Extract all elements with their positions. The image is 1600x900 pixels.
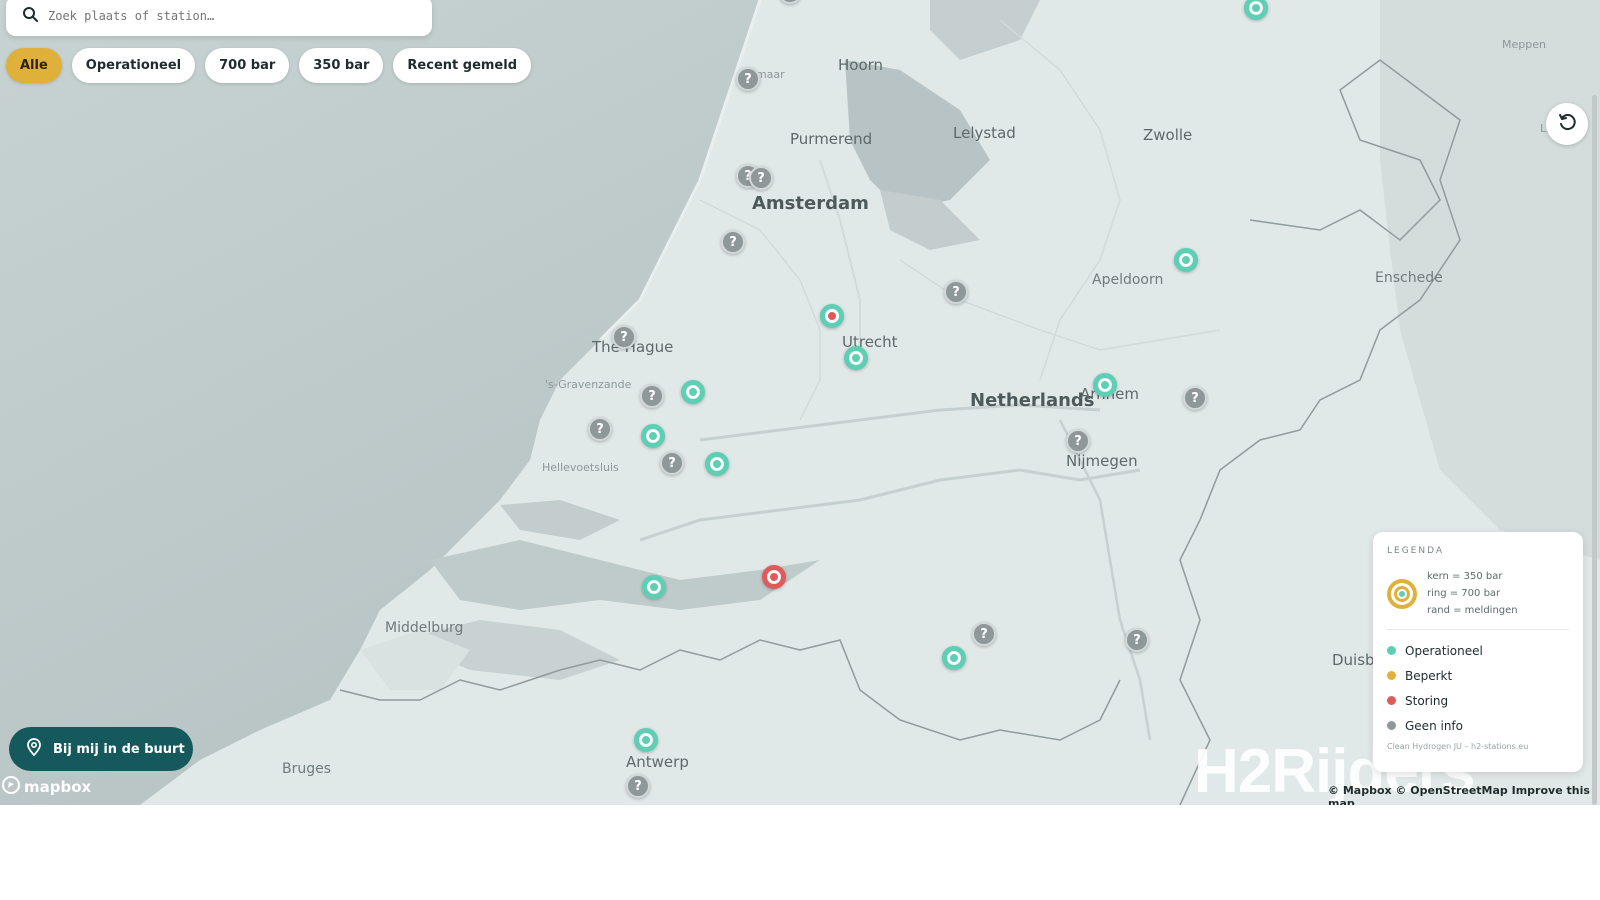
station-marker-operationeel[interactable]	[942, 646, 966, 670]
station-marker-operationeel[interactable]	[642, 575, 666, 599]
filter-chip-350-bar[interactable]: 350 bar	[299, 48, 384, 83]
legend-item-storing: Storing	[1387, 688, 1569, 713]
map-canvas[interactable]: Alkmaar Hoorn Purmerend Lelystad Zwolle …	[0, 0, 1600, 805]
legend-explain-ring: ring = 700 bar	[1427, 588, 1501, 599]
station-marker-geen-info[interactable]: ?	[640, 384, 664, 408]
reset-view-button[interactable]	[1546, 103, 1588, 145]
map-attribution[interactable]: © Mapbox © OpenStreetMap Improve this ma…	[1328, 784, 1600, 805]
place-label: Hellevoetsluis	[542, 461, 619, 474]
legend-item-label: Storing	[1405, 693, 1449, 708]
legend-item-label: Operationeel	[1405, 643, 1483, 658]
place-label: Netherlands	[970, 390, 1095, 411]
station-marker-operationeel[interactable]	[1174, 248, 1198, 272]
station-marker-geen-info[interactable]: ?	[1125, 628, 1149, 652]
place-label: 's-Gravenzande	[545, 378, 632, 391]
search-bar[interactable]	[6, 0, 432, 36]
legend-item-operationeel: Operationeel	[1387, 638, 1569, 663]
station-marker-operationeel[interactable]	[705, 452, 729, 476]
station-marker-geen-info[interactable]: ?	[1183, 386, 1207, 410]
station-marker-geen-info[interactable]: ?	[588, 417, 612, 441]
mapbox-logo[interactable]: mapbox	[2, 776, 91, 798]
near-me-button[interactable]: Bij mij in de buurt	[9, 727, 193, 771]
legend-explain-edge: rand = meldingen	[1427, 605, 1518, 616]
bullseye-icon	[1387, 578, 1417, 609]
station-marker-geen-info[interactable]: ?	[626, 774, 650, 798]
place-label: Lelystad	[953, 124, 1016, 142]
place-label: Nijmegen	[1066, 452, 1138, 470]
station-marker-geen-info[interactable]: ?	[972, 622, 996, 646]
station-marker-operationeel[interactable]	[681, 380, 705, 404]
filter-chip-alle[interactable]: Alle	[6, 48, 62, 83]
legend-panel: LEGENDA kern = 350 bar ring = 700 bar ra…	[1373, 532, 1583, 772]
status-dot-icon	[1387, 721, 1396, 730]
place-label: Amsterdam	[752, 193, 869, 214]
legend-item-beperkt: Beperkt	[1387, 663, 1569, 688]
legend-explain-core: kern = 350 bar	[1427, 571, 1503, 582]
refresh-icon	[1557, 112, 1577, 136]
status-dot-icon	[1387, 646, 1396, 655]
filter-chip-700-bar[interactable]: 700 bar	[205, 48, 290, 83]
near-me-label: Bij mij in de buurt	[53, 741, 185, 757]
place-label: Middelburg	[385, 620, 464, 636]
station-marker-geen-info[interactable]: ?	[749, 166, 773, 190]
legend-marker-explanation: kern = 350 bar ring = 700 bar rand = mel…	[1387, 568, 1569, 619]
filter-chips: Alle Operationeel 700 bar 350 bar Recent…	[6, 48, 532, 83]
mapbox-wordmark: mapbox	[24, 778, 92, 796]
station-marker-geen-info[interactable]: ?	[612, 325, 636, 349]
place-label: Antwerp	[626, 753, 689, 771]
place-label: Meppen	[1502, 38, 1546, 51]
status-dot-icon	[1387, 696, 1396, 705]
search-input[interactable]	[48, 9, 408, 23]
legend-item-geen-info: Geen info	[1387, 713, 1569, 738]
legend-divider	[1387, 629, 1569, 630]
location-pin-icon	[27, 738, 41, 760]
status-dot-icon	[1387, 671, 1396, 680]
station-marker-operationeel[interactable]	[641, 424, 665, 448]
place-label: Apeldoorn	[1092, 272, 1164, 288]
place-label: Hoorn	[838, 56, 884, 74]
station-marker-mix[interactable]	[820, 304, 844, 328]
legend-item-label: Beperkt	[1405, 668, 1453, 683]
station-marker-operationeel[interactable]	[634, 728, 658, 752]
station-marker-geen-info[interactable]: ?	[660, 451, 684, 475]
map-basemap	[0, 0, 1600, 805]
place-label: Bruges	[282, 761, 332, 777]
station-marker-geen-info[interactable]: ?	[1066, 429, 1090, 453]
station-marker-operationeel[interactable]	[844, 346, 868, 370]
station-marker-geen-info[interactable]: ?	[944, 280, 968, 304]
place-label: Duisb	[1332, 651, 1375, 669]
station-marker-geen-info[interactable]: ?	[736, 67, 760, 91]
search-icon	[22, 6, 38, 26]
station-marker-geen-info[interactable]: ?	[721, 230, 745, 254]
mapbox-icon	[2, 776, 20, 798]
place-label: Enschede	[1375, 270, 1443, 286]
station-marker-storing[interactable]	[762, 565, 786, 589]
place-label: Zwolle	[1143, 126, 1193, 144]
filter-chip-recent-gemeld[interactable]: Recent gemeld	[393, 48, 532, 83]
legend-item-label: Geen info	[1405, 718, 1463, 733]
station-marker-operationeel[interactable]	[1093, 373, 1117, 397]
legend-title: LEGENDA	[1387, 546, 1445, 556]
page-scrollbar[interactable]	[1592, 95, 1597, 805]
place-label: Purmerend	[790, 130, 873, 148]
filter-chip-operationeel[interactable]: Operationeel	[71, 48, 196, 83]
legend-footer: Clean Hydrogen JU – h2-stations.eu	[1387, 742, 1529, 751]
